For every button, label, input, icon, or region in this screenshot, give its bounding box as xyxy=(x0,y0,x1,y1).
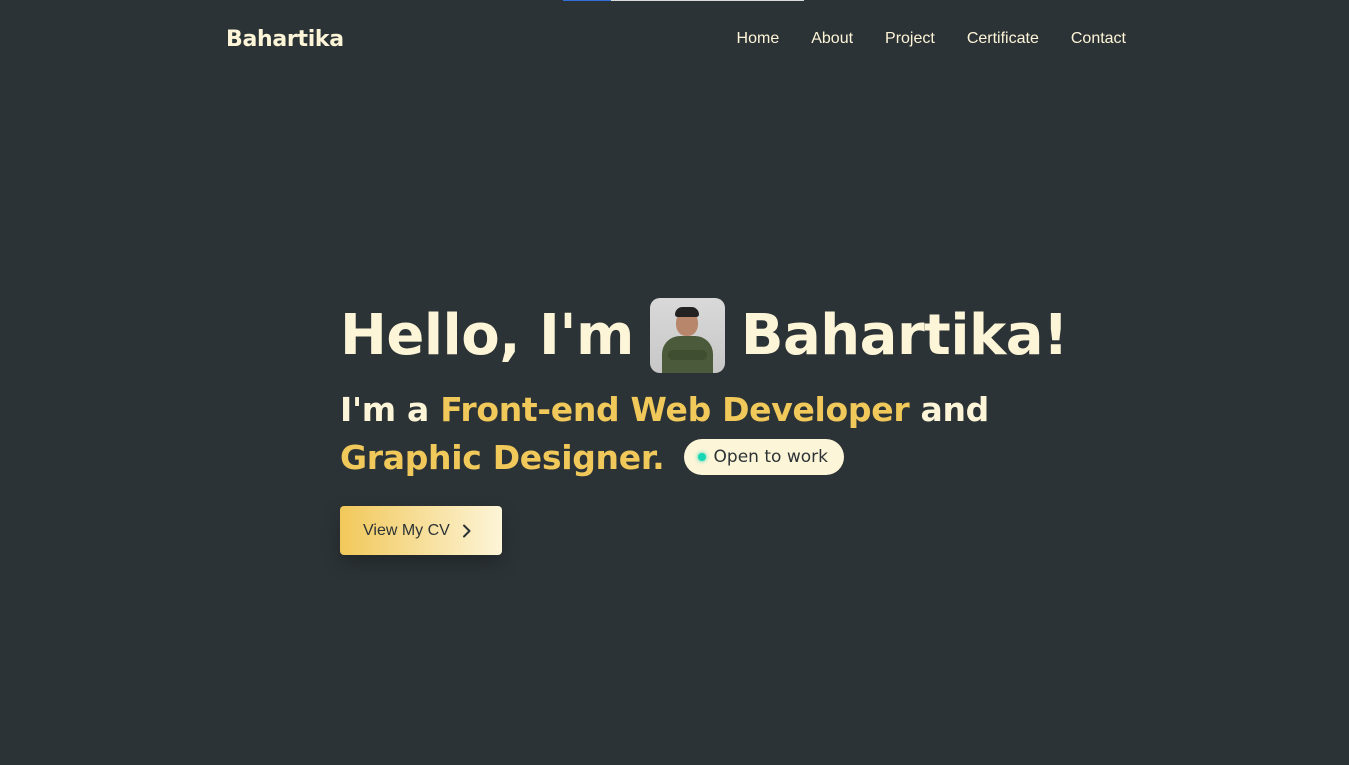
nav-item-about[interactable]: About xyxy=(811,30,853,48)
view-cv-label: View My CV xyxy=(363,521,450,539)
page: Bahartika Home About Project Certificate… xyxy=(0,0,1349,765)
role-secondary: Graphic Designer. xyxy=(340,438,665,477)
status-badge: Open to work xyxy=(683,438,844,475)
scroll-progress-fill xyxy=(563,0,612,1)
nav-item-contact[interactable]: Contact xyxy=(1071,30,1126,48)
role-joiner: and xyxy=(920,390,990,429)
hero-heading: Hello, I'm Bahartika! xyxy=(340,296,1069,374)
hero-greeting: Hello, I'm xyxy=(340,302,634,368)
nav-item-project[interactable]: Project xyxy=(885,30,935,48)
main-nav: Home About Project Certificate Contact xyxy=(737,30,1126,48)
avatar xyxy=(649,297,725,373)
scroll-progress-bar xyxy=(563,0,804,1)
role-primary: Front-end Web Developer xyxy=(440,390,910,429)
brand-logo[interactable]: Bahartika xyxy=(226,27,344,52)
nav-item-certificate[interactable]: Certificate xyxy=(967,30,1039,48)
status-badge-label: Open to work xyxy=(713,446,828,467)
view-cv-button[interactable]: View My CV xyxy=(340,506,502,555)
hero-role: I'm a Front-end Web Developer and Graphi… xyxy=(340,386,1040,482)
hero-section: Hello, I'm Bahartika! I'm a Front-end We… xyxy=(340,296,1069,555)
role-prefix: I'm a xyxy=(340,390,430,429)
dot-icon xyxy=(697,452,706,461)
chevron-right-icon xyxy=(462,524,472,538)
hero-name: Bahartika! xyxy=(740,302,1069,368)
nav-item-home[interactable]: Home xyxy=(737,30,780,48)
